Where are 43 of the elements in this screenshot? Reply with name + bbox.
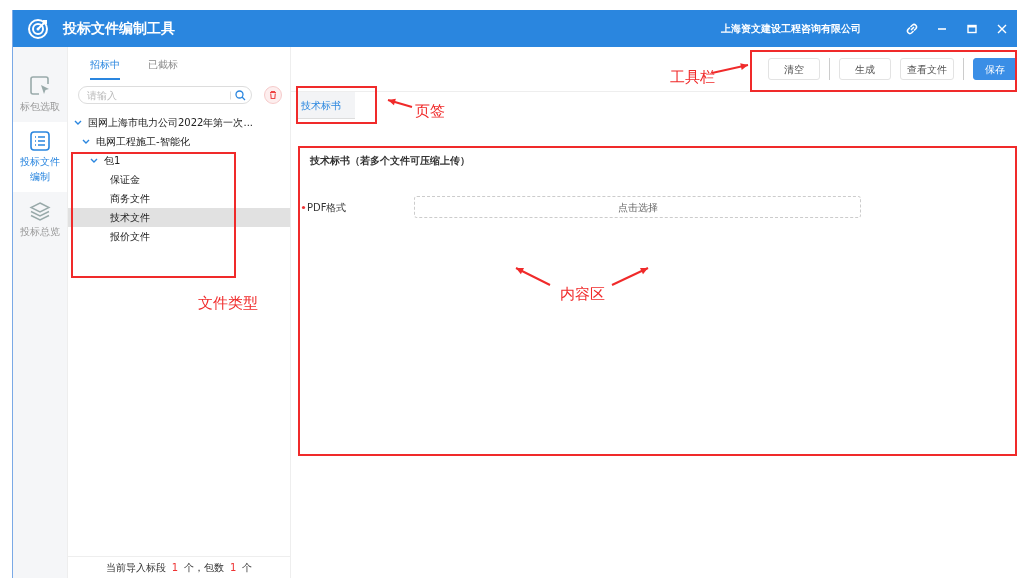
toolbar-button[interactable]: 生成: [839, 58, 891, 80]
layers-icon: [29, 200, 51, 222]
panel-tab[interactable]: 已截标: [148, 55, 178, 80]
content-tab[interactable]: 技术标书: [297, 92, 355, 119]
tree-item[interactable]: 技术文件: [68, 208, 290, 227]
count-number: 1: [230, 561, 237, 575]
maximize-icon[interactable]: [966, 22, 978, 35]
summary-text: 个，包数: [184, 561, 224, 575]
tree-item[interactable]: 电网工程施工-智能化: [68, 132, 290, 151]
toolbar-button[interactable]: 查看文件: [900, 58, 954, 80]
chevron-icon[interactable]: [74, 119, 82, 126]
file-select-button[interactable]: 点击选择: [414, 196, 861, 218]
annotation-arrow: [387, 98, 413, 108]
tree-item[interactable]: 国网上海市电力公司2022年第一次...: [68, 113, 290, 132]
annotation-label: 工具栏: [670, 67, 715, 88]
cursor-box-icon: [29, 75, 51, 97]
toolbar-button[interactable]: 清空: [768, 58, 820, 80]
chevron-icon[interactable]: [90, 157, 98, 164]
field-label: PDF格式: [307, 200, 348, 215]
list-icon: [29, 130, 51, 152]
search-icon[interactable]: [230, 90, 246, 101]
delete-icon[interactable]: [264, 86, 282, 104]
tree-item[interactable]: 保证金: [68, 170, 290, 189]
annotation-label: 文件类型: [198, 293, 258, 314]
section-title: 技术标书（若多个文件可压缩上传）: [310, 154, 471, 168]
panel-tab[interactable]: 招标中: [90, 55, 120, 80]
target-logo-icon: [27, 17, 49, 40]
sidebar-item[interactable]: 投标文件编制: [13, 122, 67, 192]
company-name: 上海资文建设工程咨询有限公司: [721, 22, 861, 36]
summary-text: 个: [242, 561, 253, 575]
search-field[interactable]: 请输入: [78, 86, 252, 104]
annotation-label: 内容区: [560, 284, 605, 305]
chevron-icon[interactable]: [82, 138, 90, 145]
tree-item[interactable]: 报价文件: [68, 227, 290, 246]
tree-item[interactable]: 包1: [68, 151, 290, 170]
annotation-arrow: [611, 267, 649, 286]
tree-item[interactable]: 商务文件: [68, 189, 290, 208]
close-icon[interactable]: [996, 22, 1008, 35]
annotation-label: 页签: [415, 101, 445, 122]
summary-text: 当前导入标段: [105, 561, 166, 575]
count-number: 1: [171, 561, 178, 575]
annotation-arrow: [515, 267, 551, 286]
window-title: 投标文件编制工具: [63, 19, 175, 38]
